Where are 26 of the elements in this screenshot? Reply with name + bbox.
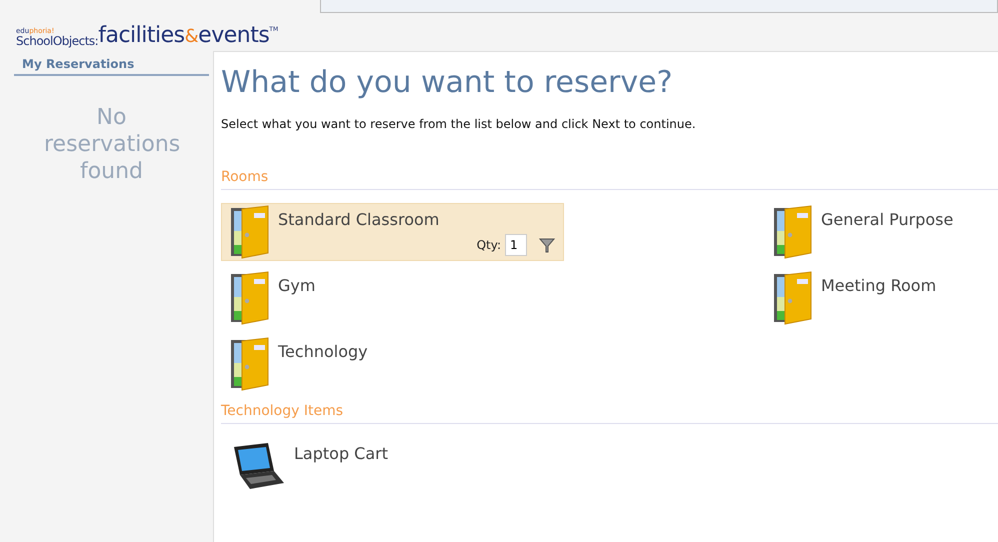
funnel-icon[interactable] — [539, 237, 555, 253]
reservation-option[interactable]: General Purpose — [764, 203, 998, 261]
option-label: Technology — [278, 341, 369, 363]
reservation-option[interactable]: Standard Classroom Qty: 1 — [221, 203, 564, 261]
instructions: Select what you want to reserve from the list below and click Next to continue. — [221, 116, 697, 133]
reservation-option[interactable]: Gym — [221, 269, 564, 327]
section-heading: Technology Items — [221, 401, 998, 424]
option-label: Gym — [278, 275, 316, 297]
reservation-option[interactable]: Meeting Room — [764, 269, 998, 327]
option-label: Standard Classroom — [278, 209, 440, 231]
door-icon — [773, 271, 813, 325]
door-icon — [230, 271, 270, 325]
door-icon — [230, 205, 270, 259]
qty-field[interactable]: 1 — [505, 234, 527, 256]
page-heading: What do you want to reserve? — [221, 64, 674, 102]
option-label: Meeting Room — [821, 275, 938, 297]
door-icon — [230, 337, 270, 391]
option-label: General Purpose — [821, 209, 954, 231]
reservation-option[interactable]: Technology — [221, 335, 564, 393]
option-label: Laptop Cart — [294, 443, 390, 465]
sidebar-title: My Reservations — [14, 51, 209, 76]
door-icon — [773, 205, 813, 259]
qty-label: Qty: — [476, 237, 501, 254]
section-heading: Rooms — [221, 167, 998, 190]
reservation-option[interactable]: Laptop Cart — [221, 437, 564, 495]
empty-message: No reservations found — [43, 104, 182, 185]
